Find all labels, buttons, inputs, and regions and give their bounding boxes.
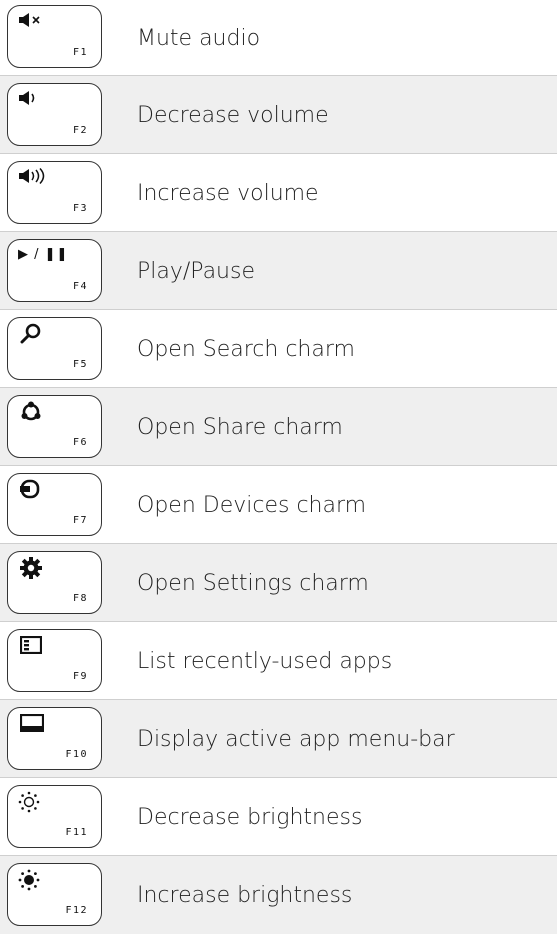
key-label-f9: F9 [72, 671, 88, 682]
description-f8: Open Settings charm [137, 570, 369, 596]
description-f1: Mute audio [137, 25, 261, 51]
mute-icon [18, 12, 44, 28]
key-label-f2: F2 [72, 125, 88, 136]
key-label-f3: F3 [72, 203, 88, 214]
recent-apps-icon [20, 636, 42, 654]
table-row-f11: F11 Decrease brightness [0, 778, 557, 856]
table-row-f7: F7 Open Devices charm [0, 466, 557, 544]
table-row-f12: F12 Increase brightness [0, 856, 557, 934]
key-f2: F2 [7, 83, 102, 146]
description-f10: Display active app menu-bar [137, 726, 455, 752]
key-label-f1: F1 [72, 47, 88, 58]
table-row-f6: F6 Open Share charm [0, 388, 557, 466]
table-row-f3: F3 Increase volume [0, 154, 557, 232]
key-f8: F8 [7, 551, 102, 614]
key-label-f6: F6 [72, 437, 88, 448]
share-icon [20, 401, 42, 423]
key-f10: F10 [7, 707, 102, 770]
key-label-f5: F5 [72, 359, 88, 370]
key-f6: F6 [7, 395, 102, 458]
description-f2: Decrease volume [137, 102, 329, 128]
volume-low-icon [18, 90, 44, 106]
table-row-f8: F8 Open Settings charm [0, 544, 557, 622]
description-f3: Increase volume [137, 180, 319, 206]
brightness-low-icon [18, 791, 40, 813]
description-f4: Play/Pause [137, 258, 255, 284]
key-f12: F12 [7, 863, 102, 926]
key-label-f8: F8 [72, 593, 88, 604]
table-row-f9: F9 List recently-used apps [0, 622, 557, 700]
brightness-high-icon [18, 869, 40, 891]
description-f12: Increase brightness [137, 882, 353, 908]
search-icon [20, 323, 42, 345]
table-row-f10: F10 Display active app menu-bar [0, 700, 557, 778]
key-label-f10: F10 [65, 749, 88, 760]
app-bar-icon [20, 714, 44, 732]
key-f9: F9 [7, 629, 102, 692]
key-f11: F11 [7, 785, 102, 848]
key-f7: F7 [7, 473, 102, 536]
description-f7: Open Devices charm [137, 492, 367, 518]
table-row-f5: F5 Open Search charm [0, 310, 557, 388]
key-f4: ▶ / ❚❚ F4 [7, 239, 102, 302]
function-key-table: F1 Mute audio F2 Decrease volume F3 Incr… [0, 0, 557, 934]
key-f1: F1 [7, 5, 102, 68]
description-f11: Decrease brightness [137, 804, 363, 830]
description-f9: List recently-used apps [137, 648, 393, 674]
key-f3: F3 [7, 161, 102, 224]
table-row-f1: F1 Mute audio [0, 0, 557, 76]
key-label-f7: F7 [72, 515, 88, 526]
key-label-f11: F11 [65, 827, 88, 838]
play-pause-icon: ▶ / ❚❚ [18, 247, 69, 262]
volume-high-icon [18, 168, 48, 184]
description-f6: Open Share charm [137, 414, 343, 440]
table-row-f2: F2 Decrease volume [0, 76, 557, 154]
key-label-f4: F4 [72, 281, 88, 292]
description-f5: Open Search charm [137, 336, 355, 362]
key-f5: F5 [7, 317, 102, 380]
gear-icon [20, 557, 42, 579]
table-row-f4: ▶ / ❚❚ F4 Play/Pause [0, 232, 557, 310]
devices-icon [20, 479, 40, 499]
